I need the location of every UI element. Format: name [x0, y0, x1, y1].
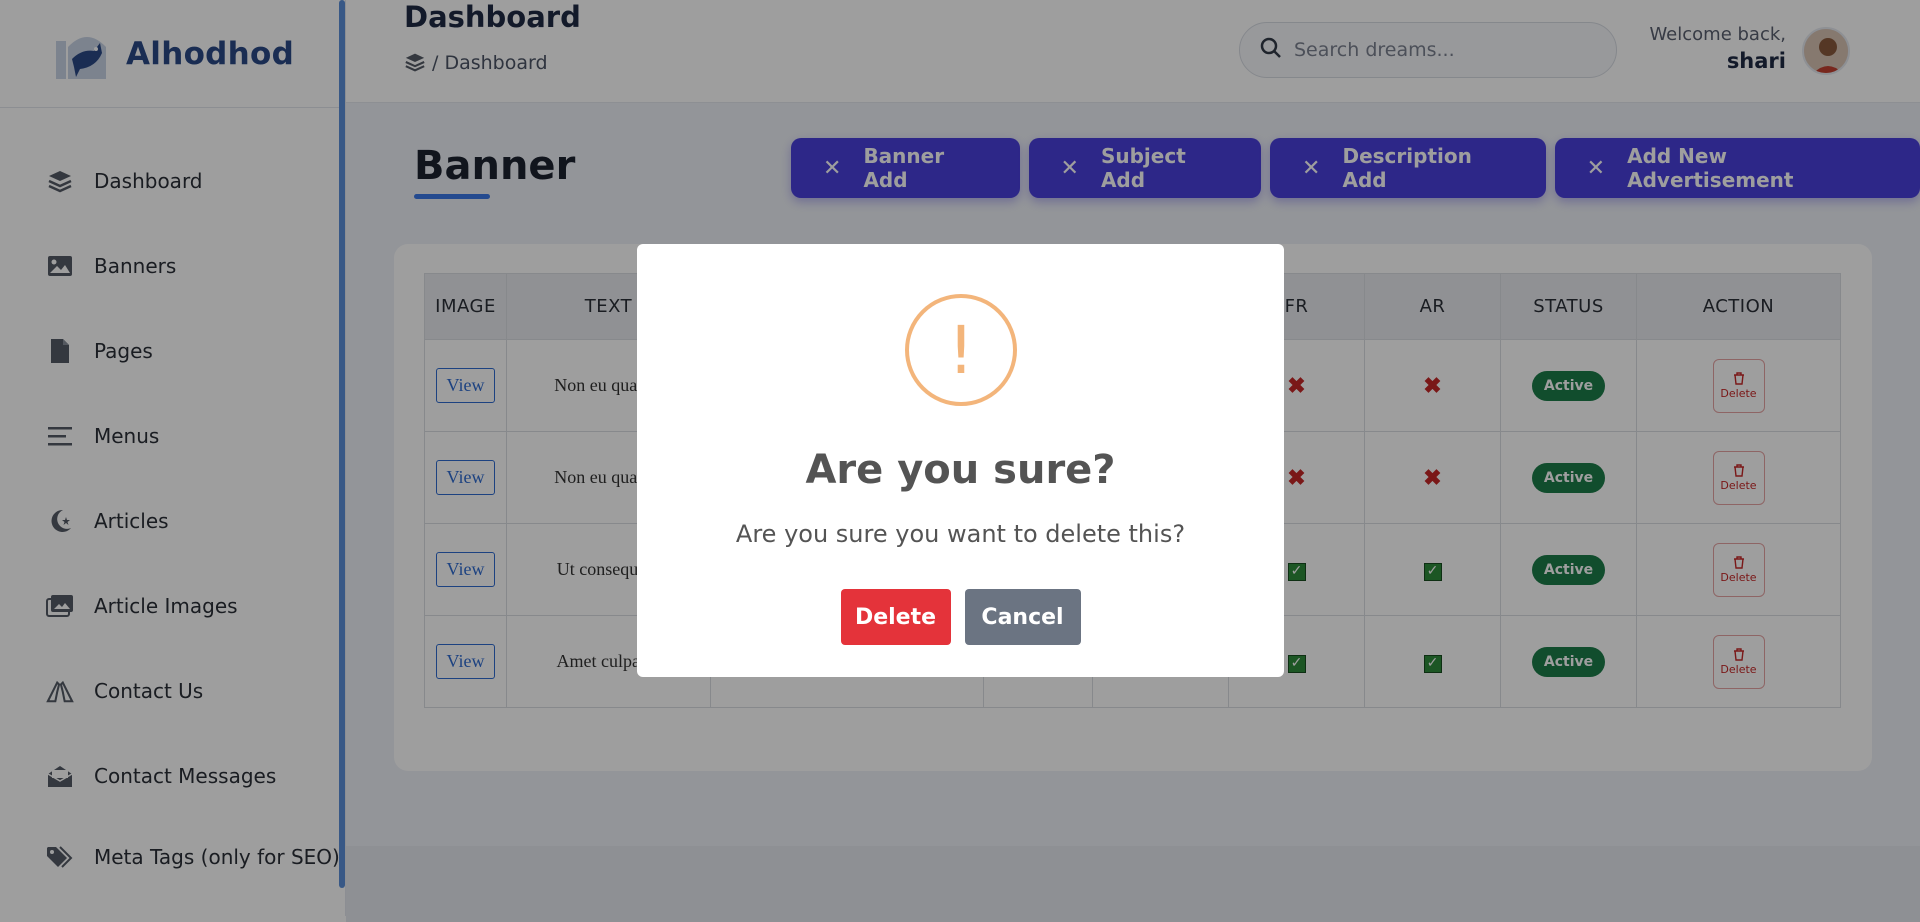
dialog-message: Are you sure you want to delete this?: [735, 520, 1186, 548]
confirm-delete-button[interactable]: Delete: [840, 589, 951, 645]
dialog-actions: Delete Cancel: [637, 589, 1284, 645]
warning-icon: !: [905, 294, 1017, 406]
cancel-button[interactable]: Cancel: [964, 589, 1081, 645]
dialog-title: Are you sure?: [805, 447, 1116, 493]
warning-glyph: !: [947, 311, 975, 389]
confirm-dialog: ! Are you sure? Are you sure you want to…: [637, 244, 1284, 677]
